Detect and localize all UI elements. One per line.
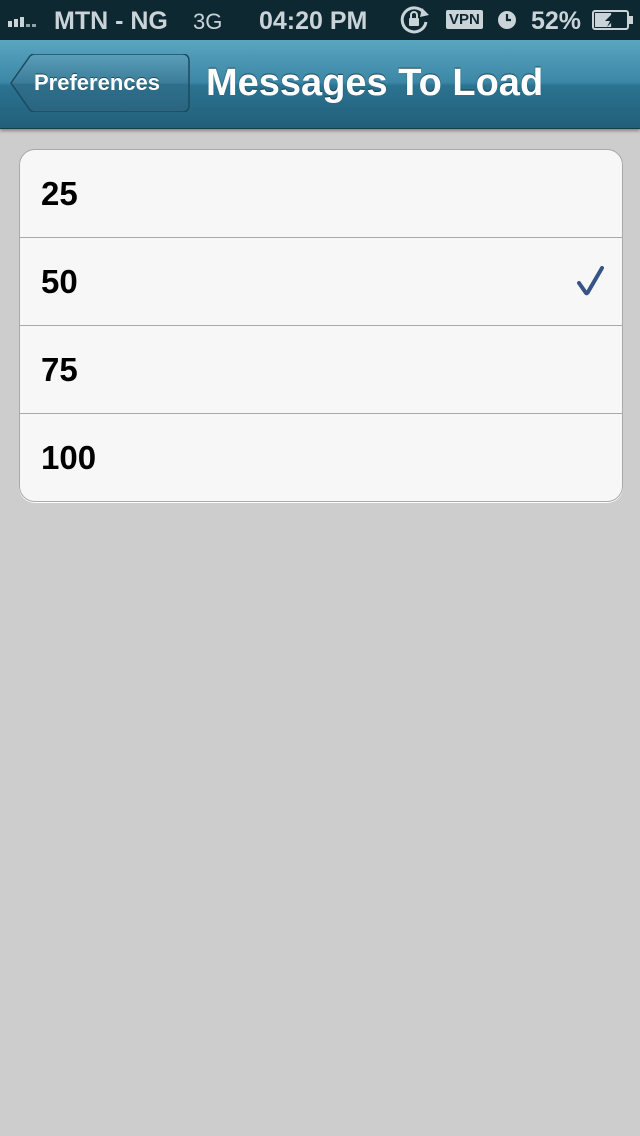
option-row-50[interactable]: 50 — [20, 238, 622, 326]
battery-charging-icon — [592, 10, 633, 30]
option-row-25[interactable]: 25 — [20, 150, 622, 238]
battery-percentage: 52% — [531, 7, 582, 35]
rotation-lock-icon — [400, 6, 429, 34]
checkmark-icon — [577, 266, 604, 296]
status-bar: MTN - NG 3G 04:20 PM VPN 52% — [0, 0, 640, 40]
option-row-75[interactable]: 75 — [20, 326, 622, 414]
option-label: 25 — [41, 175, 78, 212]
navigation-bar: Preferences Messages To Load — [0, 40, 640, 129]
option-row-100[interactable]: 100 — [20, 414, 622, 501]
status-time: 04:20 PM — [259, 7, 368, 35]
option-label: 75 — [41, 351, 78, 388]
carrier-name: MTN - NG — [54, 7, 168, 35]
network-type: 3G — [193, 9, 223, 34]
messages-to-load-options: 25 50 75 100 — [19, 149, 623, 502]
vpn-badge: VPN — [446, 10, 483, 29]
option-label: 100 — [41, 439, 97, 476]
page-title: Messages To Load — [206, 62, 544, 104]
back-button-label: Preferences — [34, 70, 160, 95]
back-button[interactable]: Preferences — [10, 54, 190, 112]
signal-strength-icon — [8, 17, 36, 27]
option-label: 50 — [41, 263, 78, 300]
alarm-clock-icon — [498, 11, 516, 29]
